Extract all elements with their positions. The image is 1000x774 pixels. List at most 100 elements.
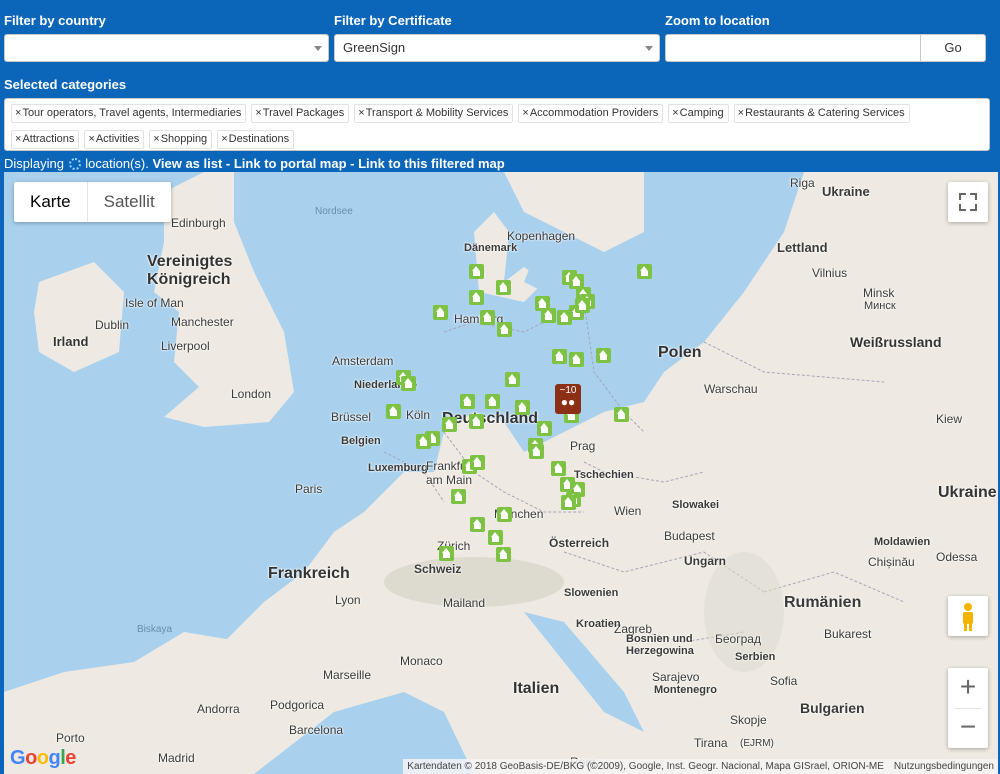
certificate-filter-label: Filter by Certificate bbox=[334, 13, 452, 28]
map-type-karte-button[interactable]: Karte bbox=[14, 182, 88, 222]
category-chip-label: Accommodation Providers bbox=[529, 107, 659, 119]
zoom-in-button[interactable]: + bbox=[948, 668, 988, 708]
fullscreen-icon bbox=[959, 193, 977, 211]
remove-icon[interactable]: × bbox=[88, 133, 94, 145]
location-marker-icon[interactable] bbox=[442, 417, 457, 432]
map-label-city: Kiew bbox=[936, 412, 963, 426]
location-marker-icon[interactable] bbox=[488, 530, 503, 545]
remove-icon[interactable]: × bbox=[358, 107, 364, 119]
remove-icon[interactable]: × bbox=[522, 107, 528, 119]
loading-spinner-icon bbox=[68, 158, 81, 170]
category-chip-label: Transport & Mobility Services bbox=[365, 107, 509, 119]
category-chip[interactable]: ×Attractions bbox=[11, 130, 80, 149]
category-chip-label: Attractions bbox=[22, 133, 75, 145]
category-chip[interactable]: ×Accommodation Providers bbox=[518, 104, 664, 123]
location-marker-icon[interactable] bbox=[439, 546, 454, 561]
location-marker-icon[interactable] bbox=[637, 264, 652, 279]
remove-icon[interactable]: × bbox=[255, 107, 261, 119]
category-chip[interactable]: ×Travel Packages bbox=[251, 104, 350, 123]
category-chip[interactable]: ×Transport & Mobility Services bbox=[354, 104, 514, 123]
map-attribution: Kartendaten © 2018 GeoBasis-DE/BKG (©200… bbox=[403, 759, 998, 774]
map-label-country: Ungarn bbox=[684, 554, 726, 568]
country-select[interactable] bbox=[4, 34, 329, 62]
location-marker-icon[interactable] bbox=[470, 517, 485, 532]
location-marker-icon[interactable] bbox=[496, 547, 511, 562]
attribution-text: Kartendaten © 2018 GeoBasis-DE/BKG (©200… bbox=[407, 761, 884, 772]
location-marker-icon[interactable] bbox=[451, 489, 466, 504]
categories-box[interactable]: ×Tour operators, Travel agents, Intermed… bbox=[4, 98, 990, 151]
map-label-city: Sarajevo bbox=[652, 670, 700, 684]
location-marker-icon[interactable] bbox=[496, 280, 511, 295]
map-label-city: Hamburg bbox=[454, 312, 504, 326]
zoom-control: + − bbox=[948, 668, 988, 748]
category-chip[interactable]: ×Camping bbox=[668, 104, 729, 123]
location-marker-icon[interactable] bbox=[575, 298, 590, 313]
map-label-city: Минск bbox=[864, 300, 896, 312]
location-marker-icon[interactable] bbox=[569, 352, 584, 367]
view-as-list-link[interactable]: View as list bbox=[152, 156, 222, 171]
filtered-map-link[interactable]: Link to this filtered map bbox=[358, 156, 505, 171]
location-marker-icon[interactable] bbox=[537, 421, 552, 436]
location-marker-icon[interactable] bbox=[596, 348, 611, 363]
remove-icon[interactable]: × bbox=[738, 107, 744, 119]
category-chip-label: Camping bbox=[679, 107, 724, 119]
remove-icon[interactable]: × bbox=[153, 133, 159, 145]
location-marker-icon[interactable] bbox=[469, 264, 484, 279]
google-logo: Google bbox=[10, 747, 76, 769]
location-marker-icon[interactable] bbox=[551, 461, 566, 476]
location-marker-icon[interactable] bbox=[485, 394, 500, 409]
fullscreen-button[interactable] bbox=[948, 182, 988, 222]
map-label-city: Manchester bbox=[171, 315, 234, 329]
location-marker-icon[interactable] bbox=[515, 400, 530, 415]
remove-icon[interactable]: × bbox=[672, 107, 678, 119]
location-marker-icon[interactable] bbox=[386, 404, 401, 419]
certificate-select[interactable]: GreenSign bbox=[334, 34, 660, 62]
status-line: Displaying location(s). View as list - L… bbox=[4, 155, 505, 173]
street-view-pegman-button[interactable] bbox=[948, 596, 988, 636]
status-suffix: location(s). bbox=[85, 156, 149, 171]
map-label-sea: Biskaya bbox=[137, 624, 173, 635]
remove-icon[interactable]: × bbox=[221, 133, 227, 145]
zoom-out-button[interactable]: − bbox=[948, 708, 988, 748]
map-label-country: Österreich bbox=[549, 536, 610, 550]
map-label-city: Paris bbox=[295, 482, 323, 496]
category-chip[interactable]: ×Activities bbox=[84, 130, 145, 149]
location-marker-icon[interactable] bbox=[552, 349, 567, 364]
map-label-country: Schweiz bbox=[414, 562, 462, 576]
go-button[interactable]: Go bbox=[921, 34, 986, 62]
location-marker-icon[interactable] bbox=[561, 495, 576, 510]
category-chip[interactable]: ×Restaurants & Catering Services bbox=[733, 104, 910, 123]
location-marker-icon[interactable] bbox=[469, 290, 484, 305]
location-marker-icon[interactable] bbox=[614, 407, 629, 422]
map-label-city: Warschau bbox=[704, 382, 758, 396]
location-marker-icon[interactable] bbox=[401, 376, 416, 391]
map-label-city: Edinburgh bbox=[171, 216, 226, 230]
location-marker-icon[interactable] bbox=[497, 322, 512, 337]
category-chip[interactable]: ×Shopping bbox=[149, 130, 213, 149]
location-marker-icon[interactable] bbox=[497, 507, 512, 522]
remove-icon[interactable]: × bbox=[15, 133, 21, 145]
map-label-country: Weißrussland bbox=[850, 334, 942, 350]
location-marker-icon[interactable] bbox=[480, 310, 495, 325]
remove-icon[interactable]: × bbox=[15, 107, 21, 119]
terms-link[interactable]: Nutzungsbedingungen bbox=[894, 761, 994, 772]
location-marker-icon[interactable] bbox=[529, 444, 544, 459]
marker-cluster[interactable]: ~10 ●● bbox=[555, 384, 581, 414]
location-marker-icon[interactable] bbox=[505, 372, 520, 387]
map-canvas[interactable]: Nordsee Biskaya Edinburgh Vereinigtes Kön… bbox=[4, 172, 998, 774]
location-marker-icon[interactable] bbox=[416, 434, 431, 449]
location-marker-icon[interactable] bbox=[557, 310, 572, 325]
category-chip[interactable]: ×Tour operators, Travel agents, Intermed… bbox=[11, 104, 247, 123]
map-type-satellit-button[interactable]: Satellit bbox=[88, 182, 171, 222]
location-marker-icon[interactable] bbox=[470, 455, 485, 470]
location-marker-icon[interactable] bbox=[469, 414, 484, 429]
portal-map-link[interactable]: Link to portal map bbox=[234, 156, 347, 171]
map-label-city: Liverpool bbox=[161, 339, 210, 353]
location-marker-icon[interactable] bbox=[460, 394, 475, 409]
separator: - bbox=[222, 156, 234, 171]
map-label-city: London bbox=[231, 387, 272, 401]
location-marker-icon[interactable] bbox=[541, 308, 556, 323]
zoom-location-input[interactable] bbox=[665, 34, 921, 62]
location-marker-icon[interactable] bbox=[433, 305, 448, 320]
category-chip[interactable]: ×Destinations bbox=[217, 130, 295, 149]
